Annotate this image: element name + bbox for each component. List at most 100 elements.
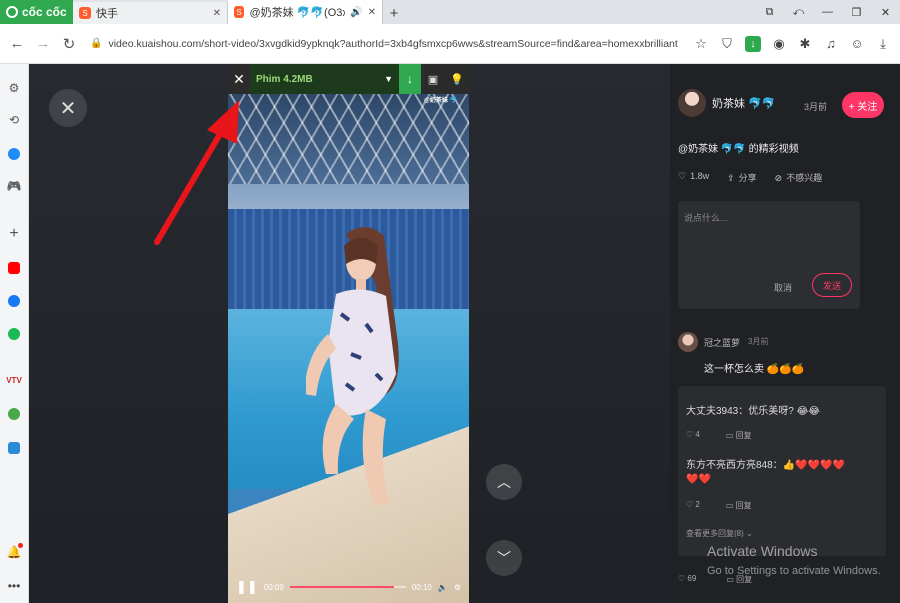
video-person [306, 226, 399, 506]
history-icon[interactable]: ⟲ [4, 110, 24, 130]
youtube-icon[interactable] [4, 258, 24, 278]
downloads-icon[interactable]: ⤓ [872, 33, 894, 55]
tab-kuaishou[interactable]: S 快手 ✕ [73, 2, 228, 24]
reply-label: 回复 [735, 431, 752, 440]
action-row: ♡ 1.8w ⇪ 分享 ⊘ 不感兴趣 [678, 171, 822, 184]
minimize-icon[interactable]: — [813, 0, 842, 24]
close-download-bar-button[interactable]: ✕ [228, 64, 250, 94]
add-icon[interactable]: + [4, 224, 24, 244]
like-button[interactable]: ♡ 1.8w [678, 171, 709, 184]
close-tab-icon[interactable]: ✕ [213, 8, 221, 19]
shield-icon[interactable]: ⛉ [716, 33, 738, 55]
dislike-label: 不感兴趣 [786, 173, 823, 183]
close-player-button[interactable]: ✕ [49, 89, 87, 127]
settings-gear-icon[interactable]: ⚙ [454, 583, 461, 592]
download-button[interactable]: ↓ [399, 64, 421, 94]
kuaishou-favicon-icon: S [79, 7, 91, 19]
author-info[interactable]: 奶茶妹 🐬🐬 [678, 89, 775, 117]
author-name[interactable]: 奶茶妹 🐬🐬 [712, 95, 775, 111]
video-player[interactable]: ✕ Phim 4.2MB ▼ ↓ ▣ 💡 @奶茶妹 🐬 ❚❚ 00:09 00:… [228, 64, 469, 603]
media-icon[interactable]: ♫ [820, 33, 842, 55]
brand-label: cốc cốc [22, 5, 67, 19]
commenter-name[interactable]: 冠之蓝萝 [704, 336, 740, 349]
globe-extension-icon[interactable]: ◉ [768, 33, 790, 55]
seek-bar-fill [289, 586, 395, 588]
reply-button[interactable]: ▭ 回复 [726, 500, 752, 511]
lock-icon: 🔒 [90, 38, 103, 49]
address-bar: ← → ↻ 🔒 video.kuaishou.com/short-video/3… [0, 24, 900, 64]
settings-icon[interactable]: ⚙ [4, 78, 24, 98]
reply-button[interactable]: ▭ 回复 [726, 430, 752, 441]
comment-text: 这一杯怎么卖 🍊🍊🍊 [704, 364, 805, 375]
coccoc-logo-icon [6, 6, 18, 18]
caret-down-icon: ▼ [384, 74, 393, 84]
window-controls: ⧉ ⤺ — ❐ ✕ [755, 0, 900, 24]
back-window-icon[interactable]: ⤺ [784, 0, 813, 24]
download-quality-select[interactable]: Phim 4.2MB ▼ [250, 64, 399, 94]
bookmark-star-icon[interactable]: ☆ [690, 33, 712, 55]
red-pointer-arrow [154, 100, 239, 245]
speaker-icon[interactable]: 🔊 [350, 7, 362, 18]
bottom-like-button[interactable]: ♡ 69 [678, 574, 696, 585]
facebook-icon[interactable] [4, 291, 24, 311]
profile-icon[interactable]: ☺ [846, 33, 868, 55]
back-icon[interactable]: ← [6, 33, 28, 55]
new-tab-button[interactable]: + [383, 2, 405, 24]
vtv-icon[interactable]: VTV [4, 370, 24, 390]
lightbulb-icon[interactable]: 💡 [445, 64, 469, 94]
url-field[interactable]: 🔒 video.kuaishou.com/short-video/3xvgdki… [84, 31, 686, 57]
follow-button[interactable]: + 关注 [842, 92, 884, 118]
more-replies-link[interactable]: 查看更多回复(8) ⌄ [686, 528, 753, 539]
seek-bar[interactable] [289, 586, 406, 588]
send-button[interactable]: 发送 [812, 273, 852, 297]
tab-video[interactable]: S @奶茶妹 🐬🐬(O3xb4g 🔊 ✕ [228, 0, 383, 24]
tab-bar: cốc cốc S 快手 ✕ S @奶茶妹 🐬🐬(O3xb4g 🔊 ✕ + ⧉ … [0, 0, 900, 24]
messenger-icon[interactable] [4, 144, 24, 164]
current-time: 00:09 [263, 582, 284, 592]
previous-video-button[interactable]: ︿ [486, 464, 522, 500]
duration: 00:10 [411, 582, 432, 592]
chevron-down-icon: ﹀ [497, 550, 511, 566]
comment-input[interactable]: 说点什么... 取消 发送 [678, 201, 860, 309]
screenshot-icon[interactable]: ⧉ [755, 0, 784, 24]
share-button[interactable]: ⇪ 分享 [727, 171, 757, 184]
restore-icon[interactable]: ❐ [842, 0, 871, 24]
reply-text-continued: ❤️❤️ [686, 474, 711, 485]
reply-text: 东方不亮西方亮848：👍❤️❤️❤️❤️ [686, 460, 845, 471]
game-icon[interactable]: 🎮 [4, 176, 24, 196]
dislike-button[interactable]: ⊘ 不感兴趣 [775, 171, 823, 184]
comment-date: 3月前 [748, 337, 769, 346]
coccoc-logo[interactable]: cốc cốc [0, 0, 73, 24]
comment-placeholder: 说点什么... [684, 213, 728, 223]
download-extension-icon[interactable]: ↓ [742, 33, 764, 55]
video-roof [228, 94, 469, 184]
spotify-icon[interactable] [4, 324, 24, 344]
close-tab-icon[interactable]: ✕ [368, 7, 376, 18]
next-video-button[interactable]: ﹀ [486, 540, 522, 576]
sidebar: ⚙ ⟲ 🎮 + VTV 🔔 ••• [0, 64, 29, 603]
reply-like-button[interactable]: ♡ 2 [686, 500, 700, 511]
close-window-icon[interactable]: ✕ [871, 0, 900, 24]
commenter-avatar[interactable] [678, 332, 698, 352]
news-icon[interactable] [4, 404, 24, 424]
cancel-button[interactable]: 取消 [774, 281, 792, 294]
reload-icon[interactable]: ↻ [58, 33, 80, 55]
download-bar: ✕ Phim 4.2MB ▼ ↓ ▣ 💡 [228, 64, 469, 94]
notification-dot [18, 543, 23, 548]
forward-icon[interactable]: → [32, 33, 54, 55]
volume-icon[interactable]: 🔈 [438, 583, 448, 592]
heart-icon: ♡ [678, 171, 687, 181]
download-quality-label: Phim 4.2MB [256, 73, 313, 85]
author-avatar[interactable] [678, 89, 706, 117]
reply-like-button[interactable]: ♡ 4 [686, 430, 700, 441]
more-icon[interactable]: ••• [4, 576, 24, 596]
like-count: 1.8w [690, 171, 710, 181]
share-icon: ⇪ [727, 173, 735, 183]
app-icon[interactable] [4, 438, 24, 458]
bell-icon[interactable]: 🔔 [4, 542, 24, 562]
pip-icon[interactable]: ▣ [421, 64, 445, 94]
video-stage: ✕ ✕ Phim 4.2MB ▼ ↓ ▣ 💡 @奶茶妹 🐬 ❚❚ 00:09 0… [29, 64, 670, 603]
pause-icon[interactable]: ❚❚ [236, 579, 258, 595]
download-arrow-icon: ↓ [745, 35, 761, 52]
puzzle-icon[interactable]: ✱ [794, 33, 816, 55]
